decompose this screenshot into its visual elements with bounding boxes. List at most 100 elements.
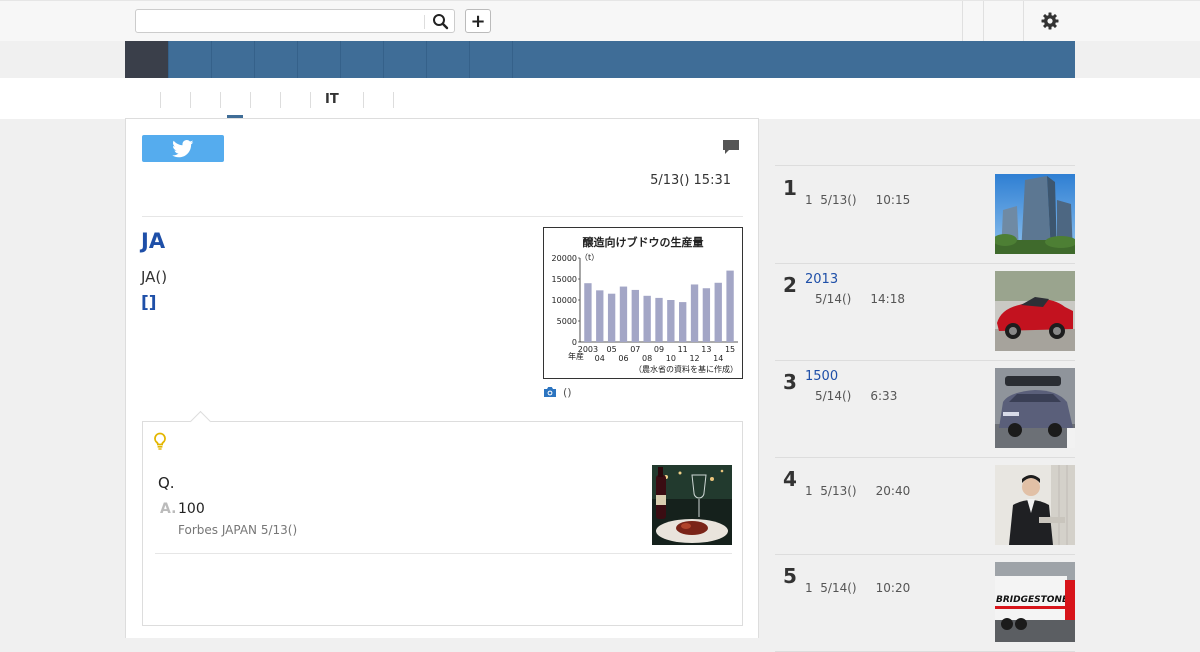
y-tick-label: 5000	[557, 317, 577, 326]
toolbar-divider	[983, 1, 984, 41]
toolbar-divider	[1023, 1, 1024, 41]
hint-box: Q. A. 100 Forbes JAPAN 5/13()	[142, 410, 743, 626]
rank-number: 5	[783, 564, 797, 588]
x-tick-label: 15	[725, 345, 735, 354]
subtab[interactable]	[190, 92, 220, 108]
rank-meta: 1 5/13() 10:15	[805, 193, 911, 207]
chart-source-note: （農水省の資料を基に作成）	[634, 364, 738, 374]
rank-number: 3	[783, 370, 797, 394]
rank-number: 2	[783, 273, 797, 297]
x-tick-label: 09	[654, 345, 664, 354]
rank-thumbnail[interactable]	[995, 174, 1075, 254]
answer-text[interactable]: 100	[178, 501, 205, 517]
x-tick-label: 13	[701, 345, 711, 354]
chart-title: 醸造向けブドウの生産量	[583, 235, 704, 249]
chart-bar	[655, 297, 663, 342]
x-tick-label: 05	[607, 345, 617, 354]
nav-item[interactable]	[469, 41, 513, 78]
rank-thumbnail[interactable]	[995, 368, 1075, 448]
top-bar-inner: +	[125, 1, 1075, 41]
x-tick-label: 2003	[578, 345, 598, 354]
search-box[interactable]	[135, 9, 455, 33]
ranking-sidebar: 1 1 5/13() 10:15 2 2013 5/14() 14:18 3 1…	[775, 118, 1075, 652]
rank-meta: 5/14() 6:33	[815, 389, 898, 403]
answer-letter: A.	[160, 501, 177, 517]
chart-bar	[690, 284, 699, 342]
chart-bar	[667, 300, 675, 342]
answer-source: Forbes JAPAN 5/13()	[178, 523, 298, 537]
suv-image	[995, 368, 1075, 448]
article-lead: JA()	[141, 268, 168, 286]
nav-item[interactable]	[254, 41, 298, 78]
nav-item-home[interactable]	[125, 41, 169, 78]
settings-button[interactable]	[1030, 9, 1070, 33]
article-panel: 5/13() 15:31 JA JA() [] 醸造向けブドウの生産量 （t） …	[125, 118, 759, 638]
search-input[interactable]	[138, 12, 422, 32]
add-button[interactable]: +	[465, 9, 491, 33]
skyscraper-image	[995, 174, 1075, 254]
rank-meta: 1 5/13() 20:40	[805, 484, 911, 498]
ranking-item[interactable]: 2 2013 5/14() 14:18	[775, 263, 1075, 361]
hint-thumbnail[interactable]	[652, 465, 732, 545]
figure-caption: ()	[563, 385, 572, 399]
truck-brand-text: BRIDGESTONE	[996, 595, 1069, 605]
subtab[interactable]	[393, 92, 423, 108]
x-tick-label: 08	[642, 354, 652, 363]
rank-title[interactable]: 1500	[805, 369, 838, 384]
chart-bar	[631, 289, 639, 342]
rank-title[interactable]: 2013	[805, 272, 838, 287]
twitter-bird-icon	[172, 139, 194, 157]
ranking-item[interactable]: 5 1 5/14() 10:20 BRIDGESTONE	[775, 554, 1075, 652]
hint-box-pointer	[189, 410, 212, 433]
nav-item[interactable]	[383, 41, 427, 78]
article-headline: JA	[141, 229, 166, 253]
rank-meta: 1 5/14() 10:20	[805, 581, 911, 595]
nav-item[interactable]	[297, 41, 341, 78]
x-tick-label: 11	[678, 345, 688, 354]
subtab[interactable]	[280, 92, 310, 108]
rank-thumbnail[interactable]	[995, 465, 1075, 545]
nav-item[interactable]	[211, 41, 255, 78]
x-tick-label: 04	[595, 354, 605, 363]
chart-bar	[584, 283, 592, 342]
subtab-it[interactable]: IT	[310, 92, 363, 108]
figure-caption-row[interactable]: ()	[543, 384, 572, 400]
ranking-item[interactable]: 1 1 5/13() 10:15	[775, 166, 1075, 264]
article-timestamp: 5/13() 15:31	[650, 173, 731, 188]
x-tick-label: 06	[618, 354, 628, 363]
search-divider	[424, 15, 425, 29]
rank-number: 4	[783, 467, 797, 491]
y-tick-label: 0	[572, 338, 577, 347]
camera-icon	[544, 387, 556, 397]
rank-thumbnail[interactable]: BRIDGESTONE	[995, 562, 1075, 642]
subtab[interactable]	[363, 92, 393, 108]
grape-production-chart: 醸造向けブドウの生産量 （t） 年産 （農水省の資料を基に作成） 2000015…	[552, 235, 738, 374]
subtab[interactable]	[160, 92, 190, 108]
rank-number: 1	[783, 176, 797, 200]
nav-item[interactable]	[340, 41, 384, 78]
comment-button[interactable]	[722, 139, 742, 157]
subtab-active[interactable]	[220, 92, 250, 108]
lightbulb-icon	[153, 432, 167, 450]
chart-bar	[607, 293, 616, 342]
twitter-share-button[interactable]	[142, 135, 224, 162]
chart-bar	[726, 270, 734, 342]
x-tick-label: 10	[666, 354, 676, 363]
search-button[interactable]	[429, 11, 453, 31]
top-bar: +	[0, 0, 1200, 41]
rank-thumbnail[interactable]	[995, 271, 1075, 351]
subtab[interactable]	[250, 92, 280, 108]
red-car-image	[995, 271, 1075, 351]
chart-bar	[714, 282, 722, 342]
read-more-link[interactable]: []	[141, 293, 157, 313]
subtab-label: IT	[325, 92, 339, 107]
x-tick-label: 14	[713, 354, 723, 363]
ranking-item[interactable]: 3 1500 5/14() 6:33	[775, 360, 1075, 458]
article-figure[interactable]: 醸造向けブドウの生産量 （t） 年産 （農水省の資料を基に作成） 20000 15…	[543, 227, 743, 379]
ranking-item[interactable]: 4 1 5/13() 20:40	[775, 457, 1075, 555]
chart-plot: 20000 15000 10000 5000 020030405060708091011…	[552, 254, 738, 363]
chart-bar	[619, 286, 628, 342]
nav-item[interactable]	[168, 41, 212, 78]
search-icon	[433, 14, 449, 30]
nav-item[interactable]	[426, 41, 470, 78]
